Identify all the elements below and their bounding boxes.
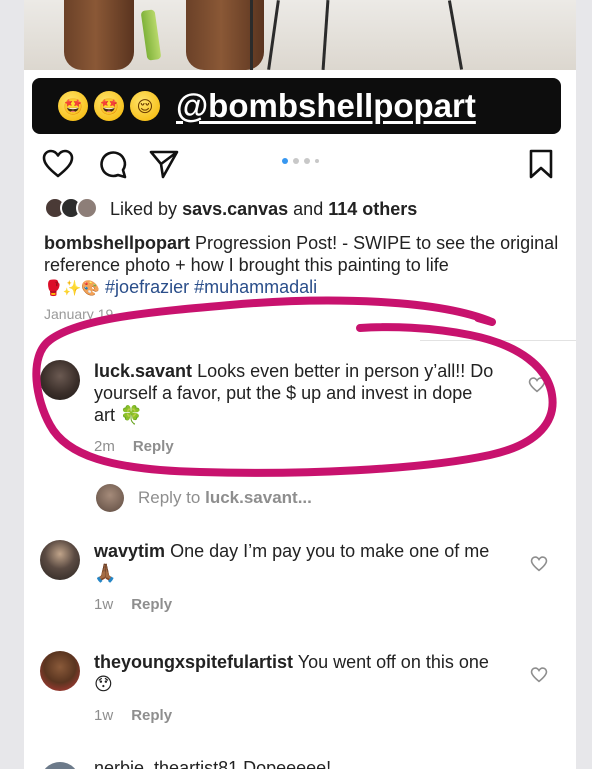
reply-button[interactable]: Reply [133,438,174,455]
comment-item: wavytim One day I’m pay you to make one … [40,540,494,616]
comment-username[interactable]: wavytim [94,541,165,561]
comment-time: 1w [94,707,114,724]
photo-leg-left [64,0,134,70]
likes-summary[interactable]: Liked by savs.canvas and 114 others [44,196,417,222]
avatar[interactable] [40,651,80,691]
comment-icon[interactable] [98,149,128,179]
comment-meta: 1w Reply [94,594,494,616]
post-action-bar [42,146,562,180]
carousel-dot [315,159,319,163]
photo-plant [140,9,162,61]
liker-avatars [44,196,104,222]
caption-username[interactable]: bombshellpopart [44,233,190,253]
carousel-indicator [282,158,319,164]
comment-username[interactable]: luck.savant [94,361,192,381]
star-struck-emoji: 🤩 [58,91,88,121]
cutoff-comment-text: nerbie_theartist81 Dopeeeee! [94,758,332,769]
likes-prefix: Liked by [110,198,178,219]
caption-hashtags[interactable]: #joefrazier #muhammadali [105,277,317,297]
likes-user[interactable]: savs.canvas [182,199,288,220]
banner-handle[interactable]: @bombshellpopart [176,87,476,125]
likes-and: and [293,198,324,219]
carousel-dot-active [282,158,288,164]
handle-banner: 🤩 🤩 😌 @bombshellpopart [32,78,561,134]
post-caption: bombshellpopart Progression Post! - SWIP… [44,232,564,299]
screenshot-margin-right [576,0,592,769]
post-photo[interactable] [24,0,576,70]
comment-body: wavytim One day I’m pay you to make one … [94,540,494,616]
heart-icon[interactable] [42,149,74,179]
reply-to-prefix: Reply to [138,488,201,507]
screenshot-margin-left [0,0,24,769]
comment-like-heart-icon[interactable] [528,377,546,393]
comment-time: 2m [94,438,115,455]
comment-time: 1w [94,596,114,613]
comment-body: luck.savant Looks even better in person … [94,360,494,458]
comment-like-heart-icon[interactable] [530,667,548,683]
caption-emojis: 🥊✨🎨 [44,279,101,297]
comment-meta: 1w Reply [94,705,494,727]
photo-easel-leg [250,0,253,70]
comment-username[interactable]: theyoungxspitefulartist [94,652,293,672]
photo-easel-leg [447,0,464,70]
reply-button[interactable]: Reply [131,596,172,613]
avatar[interactable] [40,360,80,400]
avatar [40,762,80,769]
post-date: January 19 [44,306,114,322]
avatar [96,484,124,512]
photo-easel-leg [267,0,280,70]
carousel-dot [304,158,310,164]
comment-like-heart-icon[interactable] [530,556,548,572]
avatar [76,197,98,219]
comment-meta: 2m Reply [94,436,494,458]
star-struck-emoji: 🤩 [94,91,124,121]
divider [420,340,576,341]
share-icon[interactable] [148,149,180,179]
comment-item: luck.savant Looks even better in person … [40,360,494,458]
avatar[interactable] [40,540,80,580]
photo-easel-leg [321,0,330,70]
reply-to-field[interactable]: Reply to luck.savant... [96,484,312,512]
reply-button[interactable]: Reply [131,707,172,724]
reply-to-user: luck.savant... [205,488,312,507]
comment-body: theyoungxspitefulartist You went off on … [94,651,494,727]
likes-count[interactable]: 114 others [328,199,417,220]
comment-item: theyoungxspitefulartist You went off on … [40,651,494,727]
carousel-dot [293,158,299,164]
relieved-emoji: 😌 [130,91,160,121]
bookmark-icon[interactable] [528,149,554,179]
